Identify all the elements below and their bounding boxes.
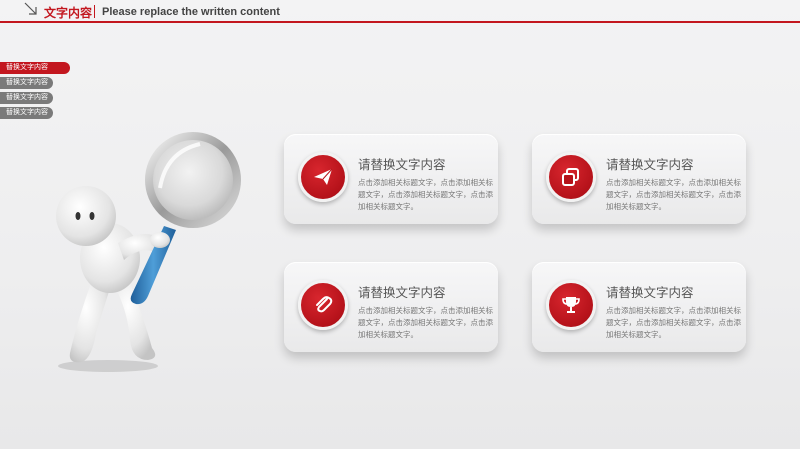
card-title: 请替换文字内容 <box>606 286 694 300</box>
nav-item-3[interactable]: 替换文字内容 <box>0 92 53 104</box>
trophy-icon <box>562 297 580 313</box>
nav-item-4[interactable]: 替换文字内容 <box>0 107 53 119</box>
paper-plane-icon <box>314 168 333 185</box>
header-underline <box>0 21 800 23</box>
nav-item-1[interactable]: 替换文字内容 <box>0 62 70 74</box>
card-body: 点击添加相关标题文字，点击添加相关标题文字，点击添加相关标题文字，点击添加相关标… <box>358 178 493 211</box>
copy-icon <box>562 168 579 186</box>
card-icon-badge <box>546 280 596 330</box>
page-subtitle: Please replace the written content <box>102 6 280 18</box>
content-card-2[interactable]: 请替换文字内容 点击添加相关标题文字，点击添加相关标题文字，点击添加相关标题文字… <box>532 134 746 224</box>
header-bar: 文字内容 Please replace the written content <box>0 0 800 24</box>
content-card-4[interactable]: 请替换文字内容 点击添加相关标题文字，点击添加相关标题文字，点击添加相关标题文字… <box>532 262 746 352</box>
card-title: 请替换文字内容 <box>606 158 694 172</box>
card-icon-badge <box>298 280 348 330</box>
corner-arrow-icon <box>24 2 37 15</box>
card-icon-badge <box>298 152 348 202</box>
card-title: 请替换文字内容 <box>358 286 446 300</box>
card-body: 点击添加相关标题文字，点击添加相关标题文字，点击添加相关标题文字，点击添加相关标… <box>606 306 741 339</box>
card-body: 点击添加相关标题文字，点击添加相关标题文字，点击添加相关标题文字，点击添加相关标… <box>606 178 741 211</box>
figure-with-magnifier-illustration <box>56 132 241 372</box>
content-card-1[interactable]: 请替换文字内容 点击添加相关标题文字，点击添加相关标题文字，点击添加相关标题文字… <box>284 134 498 224</box>
page-title: 文字内容 <box>44 6 93 20</box>
card-icon-badge <box>546 152 596 202</box>
title-divider <box>94 5 95 18</box>
paperclip-icon <box>316 296 333 313</box>
card-title: 请替换文字内容 <box>358 158 446 172</box>
card-body: 点击添加相关标题文字，点击添加相关标题文字，点击添加相关标题文字，点击添加相关标… <box>358 306 493 339</box>
nav-item-2[interactable]: 替换文字内容 <box>0 77 53 89</box>
content-card-3[interactable]: 请替换文字内容 点击添加相关标题文字，点击添加相关标题文字，点击添加相关标题文字… <box>284 262 498 352</box>
